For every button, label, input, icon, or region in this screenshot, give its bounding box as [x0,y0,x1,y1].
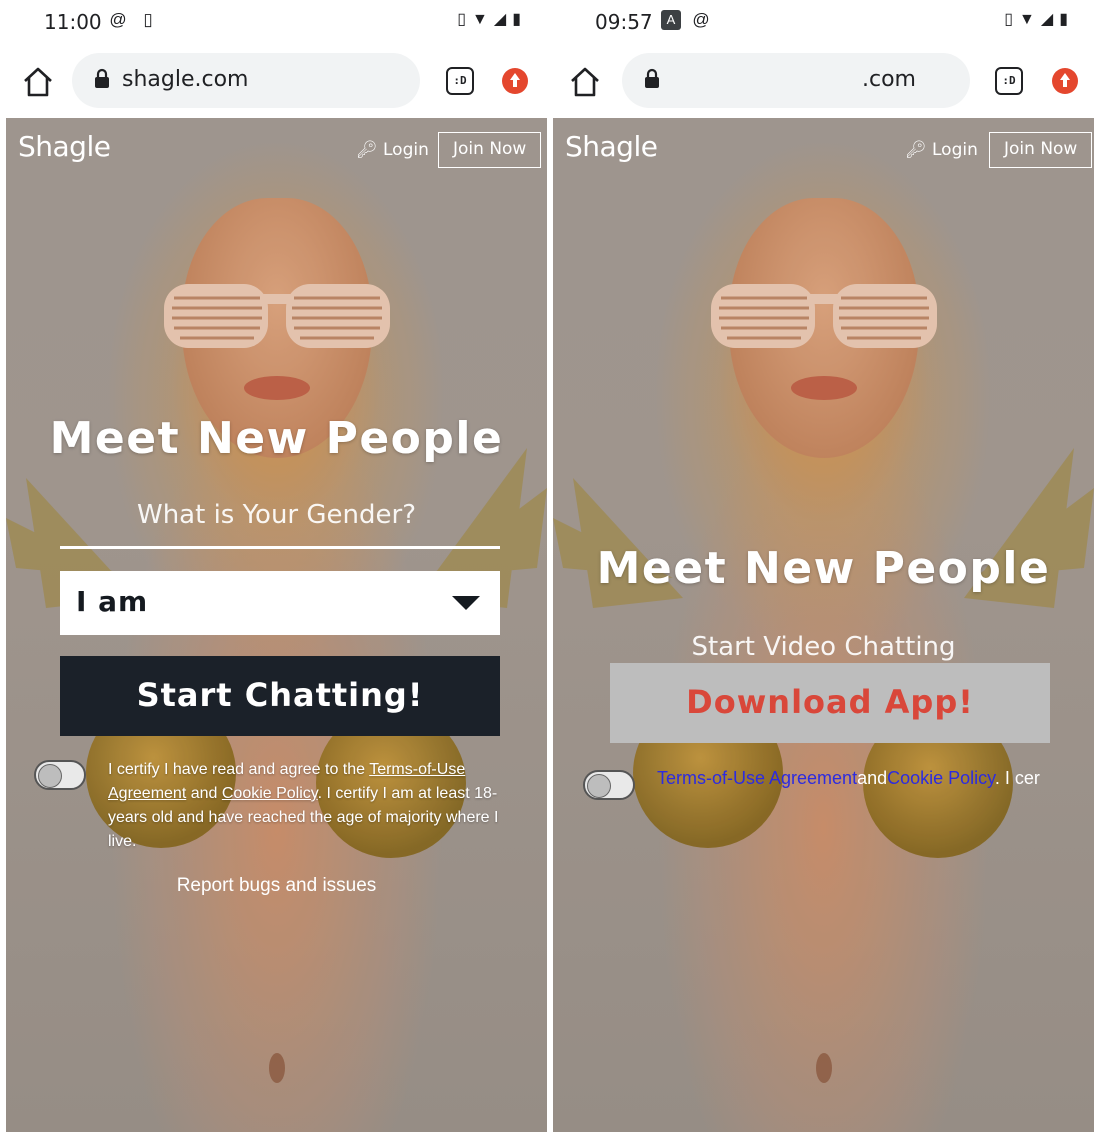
url-text: .com [862,67,916,92]
join-now-button[interactable]: Join Now [438,132,542,168]
browser-toolbar: shagle.com :D [0,44,547,118]
address-bar[interactable]: .com [622,53,970,108]
home-icon[interactable] [20,64,56,100]
age-consent-toggle[interactable] [34,760,86,790]
status-icons: ▯ ▼ ◢ ▮ [457,10,521,30]
battery-icon: ▮ [1059,11,1068,28]
cookie-policy-link[interactable]: Cookie Policy [222,785,318,802]
dropdown-arrow-icon [452,596,480,610]
tab-switcher-button[interactable]: :D [446,67,474,95]
cookie-policy-link[interactable]: Cookie Policy [887,768,995,788]
sim-card-icon: ▯ [143,10,153,29]
report-bugs-link[interactable]: Report bugs and issues [6,875,547,897]
terms-link[interactable]: Terms-of-Use Agreement [657,768,857,788]
hero-section: Shagle 🔑︎ Login Join Now Meet New People… [6,118,547,1132]
key-icon: 🔑︎ [356,140,383,160]
phone-screen-right: 09:57 A @ ▯ ▼ ◢ ▮ .com :D Shagle 🔑︎ Logi… [547,0,1094,1132]
gender-select[interactable]: I am [60,571,500,635]
prompt-underline [60,546,500,549]
status-time: 09:57 [595,10,653,34]
page-headline: Meet New People [596,543,1051,594]
lock-icon [95,68,109,88]
login-label: Login [383,140,429,160]
hero-section: Shagle 🔑︎ Login Join Now Meet New People… [553,118,1094,1132]
site-logo[interactable]: Shagle [565,130,658,163]
consent-text: I certify I have read and agree to the T… [108,761,499,850]
url-text: shagle.com [122,67,249,92]
login-link[interactable]: 🔑︎ Login [356,140,429,160]
wifi-icon: ▼ [1019,11,1035,28]
age-consent-toggle[interactable] [583,770,635,800]
at-sign-icon: @ [109,10,127,29]
site-logo[interactable]: Shagle [18,130,111,163]
gender-prompt: What is Your Gender? [137,500,416,530]
vibrate-icon: ▯ [1004,11,1014,28]
address-bar[interactable]: shagle.com [72,53,420,108]
status-bar: 09:57 A @ ▯ ▼ ◢ ▮ [547,0,1094,44]
home-icon[interactable] [567,64,603,100]
extension-update-icon[interactable] [502,68,528,94]
at-sign-icon: @ [692,10,710,29]
status-time: 11:00 [44,10,102,34]
battery-icon: ▮ [512,11,521,28]
signal-icon: ◢ [1040,11,1054,28]
phone-screen-left: 11:00 @ ▯ ▯ ▼ ◢ ▮ shagle.com :D Shagle 🔑… [0,0,547,1132]
status-icons: ▯ ▼ ◢ ▮ [1004,10,1068,30]
wifi-icon: ▼ [472,11,488,28]
consent-text: Terms-of-Use AgreementandCookie Policy. … [657,768,1040,788]
signal-icon: ◢ [493,11,507,28]
gender-select-value: I am [76,585,149,618]
app-notification-icon: A [661,10,681,30]
join-now-button[interactable]: Join Now [989,132,1093,168]
video-chat-subline: Start Video Chatting [691,632,956,662]
login-label: Login [932,140,978,160]
tab-switcher-button[interactable]: :D [995,67,1023,95]
vibrate-icon: ▯ [457,11,467,28]
page-headline: Meet New People [49,413,504,464]
extension-update-icon[interactable] [1052,68,1078,94]
start-chatting-button[interactable]: Start Chatting! [60,656,500,736]
browser-toolbar: .com :D [547,44,1094,118]
key-icon: 🔑︎ [905,140,932,160]
lock-icon [645,68,659,88]
status-bar: 11:00 @ ▯ ▯ ▼ ◢ ▮ [0,0,547,44]
download-app-button[interactable]: Download App! [610,663,1050,743]
login-link[interactable]: 🔑︎ Login [905,140,978,160]
